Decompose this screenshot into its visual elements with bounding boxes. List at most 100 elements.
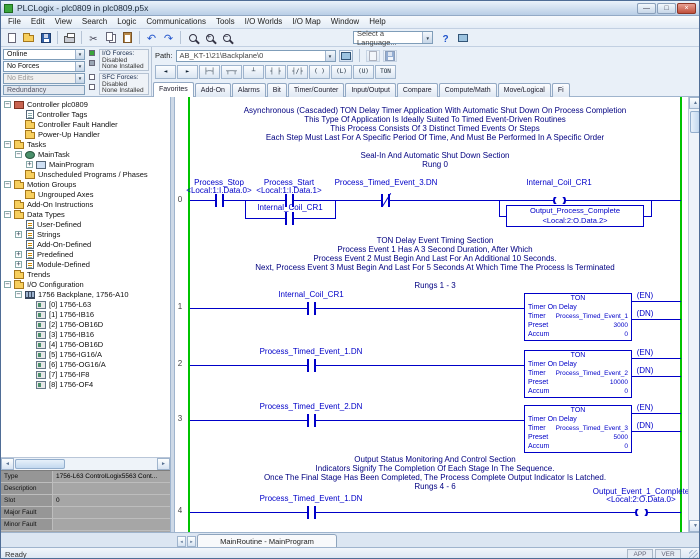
tree-item[interactable]: −Tasks (1, 139, 170, 149)
rung-number[interactable]: 4 (175, 506, 185, 515)
tree-item[interactable]: Power-Up Handler (1, 129, 170, 139)
tree-item[interactable]: +Module-Defined (1, 259, 170, 269)
online-status-dropdown[interactable]: Online (3, 49, 85, 60)
chevron-down-icon[interactable] (75, 50, 84, 59)
instruction-tab-compare[interactable]: Compare (397, 83, 438, 97)
tree-item[interactable]: +Strings (1, 229, 170, 239)
otu-coil-button[interactable]: (U) (353, 65, 374, 79)
redundancy-tab[interactable]: Redundancy (3, 85, 85, 95)
tag-name[interactable]: Process_Timed_Event_3.DN (321, 179, 451, 187)
xio-contact[interactable] (381, 194, 390, 207)
save-button[interactable] (37, 30, 54, 45)
otl-coil-button[interactable]: (L) (331, 65, 352, 79)
tree-item[interactable]: Ungrouped Axes (1, 189, 170, 199)
tree-expander[interactable]: − (4, 181, 11, 188)
chevron-down-icon[interactable] (422, 32, 432, 43)
menu-item-edit[interactable]: Edit (26, 16, 50, 28)
instruction-tab-alarms[interactable]: Alarms (232, 83, 266, 97)
tree-item[interactable]: +Predefined (1, 249, 170, 259)
xic-contact[interactable] (285, 212, 294, 225)
tree-item[interactable]: −Data Types (1, 209, 170, 219)
who-active-button[interactable] (339, 50, 353, 62)
instruction-tab-input-output[interactable]: Input/Output (345, 83, 396, 97)
operand-value[interactable]: 10000 (610, 378, 628, 387)
menu-item-i-o-worlds[interactable]: I/O Worlds (240, 16, 288, 28)
tree-item[interactable]: [3] 1756-IB16 (1, 329, 170, 339)
instruction-tab-compute-math[interactable]: Compute/Math (439, 83, 497, 97)
paste-button[interactable] (119, 30, 136, 45)
tree-item[interactable]: Controller Fault Handler (1, 119, 170, 129)
tree-horizontal-scrollbar[interactable] (1, 457, 170, 470)
menu-item-file[interactable]: File (3, 16, 26, 28)
tree-item[interactable]: [6] 1756-OG16/A (1, 359, 170, 369)
scrollbar-thumb[interactable] (15, 459, 65, 469)
branch-level-button[interactable]: ┴ (243, 65, 264, 79)
tree-expander[interactable]: − (4, 101, 11, 108)
tree-item[interactable]: [8] 1756-OF4 (1, 379, 170, 389)
instruction-tab-timer-counter[interactable]: Timer/Counter (288, 83, 344, 97)
operand-value[interactable]: Process_Timed_Event_3 (556, 424, 628, 433)
tab-scroll-left-icon[interactable] (177, 536, 186, 547)
ladder-view[interactable]: 0 1 2 3 4 Asynchronous (Cascaded) TON De… (175, 97, 688, 532)
instruction-tab-favorites[interactable]: Favorites (153, 82, 194, 97)
scroll-right-icon[interactable] (157, 458, 170, 470)
menu-item-window[interactable]: Window (326, 16, 364, 28)
find-button[interactable] (184, 30, 201, 45)
tree-expander[interactable]: + (15, 251, 22, 258)
ton-timer-button[interactable]: TON (375, 65, 396, 79)
tree-item[interactable]: −I/O Configuration (1, 279, 170, 289)
download-button[interactable] (383, 50, 397, 62)
rung-comment[interactable]: Output Status Monitoring And Control Sec… (191, 455, 679, 482)
cut-button[interactable] (85, 30, 102, 45)
maximize-button[interactable]: □ (657, 3, 676, 14)
tree-expander[interactable]: − (4, 281, 11, 288)
tab-scroll-right-icon[interactable] (187, 536, 196, 547)
zoom-out-button[interactable] (218, 30, 235, 45)
tree-item[interactable]: [1] 1756-IB16 (1, 309, 170, 319)
close-button[interactable]: × (677, 3, 696, 14)
scroll-down-icon[interactable] (689, 520, 700, 532)
new-rung-button[interactable]: ├─┤ (199, 65, 220, 79)
rung-number[interactable]: 1 (175, 302, 185, 311)
tag-name[interactable]: Process_Timed_Event_1.DN (256, 495, 366, 503)
menu-item-communications[interactable]: Communications (141, 16, 211, 28)
tree-item[interactable]: Add-On-Defined (1, 239, 170, 249)
tree-expander[interactable]: + (26, 161, 33, 168)
tag-name[interactable]: Process_Timed_Event_2.DN (256, 403, 366, 411)
operand-value[interactable]: 0 (624, 387, 628, 396)
resize-grip[interactable] (689, 550, 698, 559)
tag-name[interactable]: Internal_Coil_CR1 (519, 179, 599, 187)
rung-number[interactable]: 0 (175, 195, 185, 204)
xio-contact-button[interactable]: ┤/├ (287, 65, 308, 79)
instruction-tab-bit[interactable]: Bit (267, 83, 287, 97)
ladder-vertical-scrollbar[interactable] (688, 97, 700, 532)
ton-instruction[interactable]: TON Timer On Delay TimerProcess_Timed_Ev… (524, 405, 632, 453)
rung-comment[interactable]: Asynchronous (Cascaded) TON Delay Timer … (191, 106, 679, 142)
tree-item[interactable]: −1756 Backplane, 1756-A10 (1, 289, 170, 299)
rung-number[interactable]: 3 (175, 414, 185, 423)
tree-expander[interactable]: − (15, 151, 22, 158)
forces-status-dropdown[interactable]: No Forces (3, 61, 85, 72)
operand-value[interactable]: 0 (624, 442, 628, 451)
rung-comment[interactable]: TON Delay Event Timing Section Process E… (191, 236, 679, 272)
operand-value[interactable]: 3000 (614, 321, 628, 330)
zoom-in-button[interactable] (201, 30, 218, 45)
print-button[interactable] (61, 30, 78, 45)
instruction-tab-fi[interactable]: Fi (552, 83, 570, 97)
tree-expander[interactable]: − (15, 291, 22, 298)
xic-contact[interactable] (215, 194, 224, 207)
menu-item-search[interactable]: Search (77, 16, 112, 28)
language-select[interactable]: Select a Language... (353, 31, 433, 44)
tree-item[interactable]: [7] 1756-IF8 (1, 369, 170, 379)
xic-contact[interactable] (307, 359, 316, 372)
operand-value[interactable]: 5000 (614, 433, 628, 442)
operand-value[interactable]: Process_Timed_Event_1 (556, 312, 628, 321)
rung-comment[interactable]: Rungs 1 - 3 (191, 281, 679, 290)
tree-item[interactable]: Controller Tags (1, 109, 170, 119)
branch-button[interactable]: ┬─┬ (221, 65, 242, 79)
chevron-down-icon[interactable] (325, 51, 335, 61)
ote-coil-button[interactable]: ( ) (309, 65, 330, 79)
tag-name[interactable]: Process_Timed_Event_1.DN (256, 348, 366, 356)
tree-item[interactable]: Add-On Instructions (1, 199, 170, 209)
rung-comment[interactable]: Seal-In And Automatic Shut Down Section … (191, 151, 679, 169)
